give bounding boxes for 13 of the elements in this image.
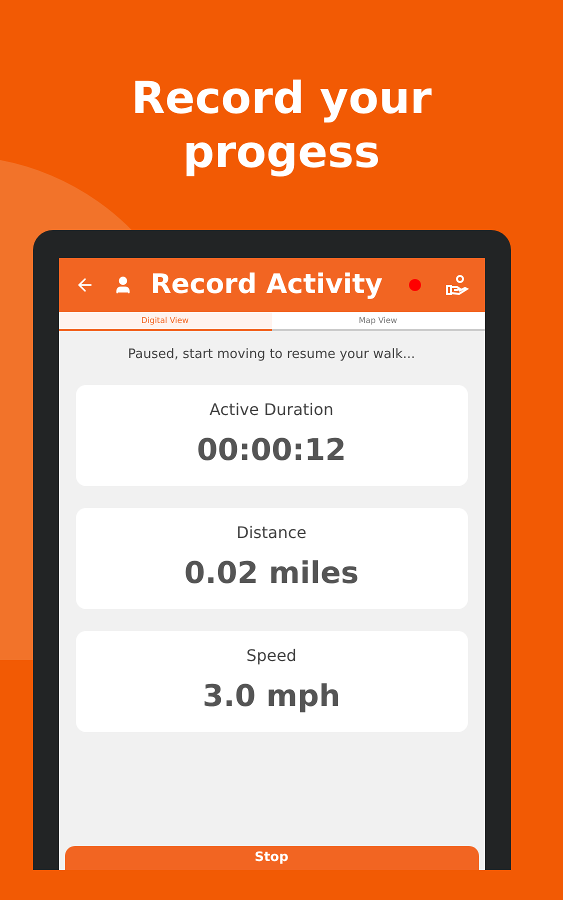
stop-button[interactable]: Stop xyxy=(64,846,478,870)
app-bar-title: Record Activity xyxy=(150,268,383,302)
stat-label: Speed xyxy=(246,644,297,666)
status-message: Paused, start moving to resume your walk... xyxy=(126,346,416,364)
stat-value: 0.02 miles xyxy=(184,554,359,592)
view-tab[interactable]: Digital View xyxy=(58,312,272,331)
headline: Record your progess xyxy=(130,72,433,180)
stat-value: 3.0 mph xyxy=(202,678,340,716)
stat-value: 00:00:12 xyxy=(196,432,346,470)
stat-label: Distance xyxy=(236,522,306,544)
view-tab[interactable]: Map View xyxy=(272,312,484,331)
stat-label: Active Duration xyxy=(209,398,334,420)
hand-person-icon[interactable] xyxy=(444,273,468,297)
